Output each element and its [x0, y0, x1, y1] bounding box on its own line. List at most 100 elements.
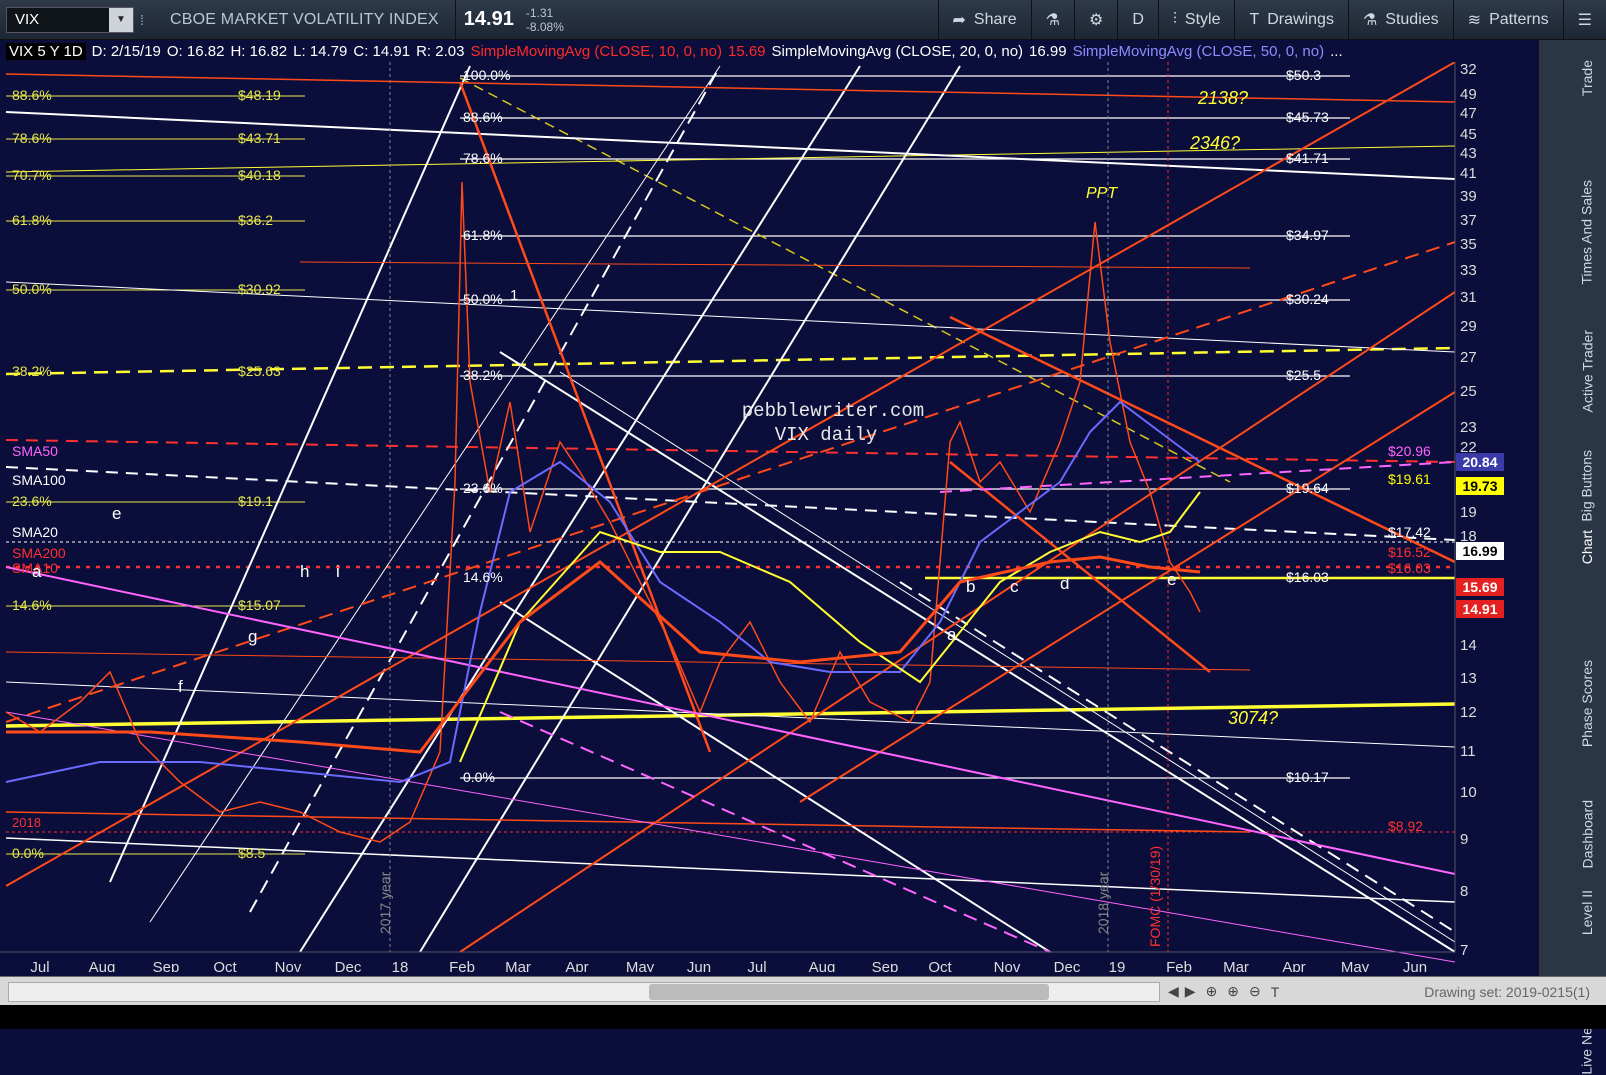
chart-note: c: [1010, 577, 1019, 596]
zoom-in-icon[interactable]: ⊕: [1227, 983, 1239, 1000]
fib-right-value: $19.64: [1286, 480, 1329, 496]
y-tick-label: 35: [1460, 236, 1477, 253]
window-bottom-edge: [0, 1005, 1606, 1029]
style-button[interactable]: ⫶ Style: [1157, 0, 1235, 40]
right-value-label: $17.42: [1388, 524, 1431, 540]
scroll-right-icon[interactable]: ▶: [1185, 983, 1196, 1000]
menu-icon: ☰: [1577, 11, 1592, 29]
style-label: Style: [1184, 10, 1221, 28]
fib-mid-percent: 0.0%: [463, 769, 495, 785]
chart-note: h: [300, 562, 309, 581]
y-tick-label: 9: [1460, 831, 1468, 848]
x-tick-label: 19: [1109, 959, 1126, 972]
text-tool-icon: T: [1249, 10, 1260, 28]
sma10-study[interactable]: SimpleMovingAvg (CLOSE, 10, 0, no): [470, 43, 722, 60]
studies-button[interactable]: ⚗ Studies: [1347, 0, 1453, 40]
right-value-label: $19.61: [1388, 471, 1431, 487]
x-tick-label: Feb: [1166, 959, 1192, 972]
bottom-bar: ◀ ▶ ⊕ ⊕ ⊖ T Drawing set: 2019-0215(1): [0, 976, 1606, 1006]
x-tick-label: Feb: [449, 959, 475, 972]
fib-left-percent: 78.6%: [12, 130, 52, 146]
symbol-input[interactable]: VIX ▼: [6, 6, 134, 33]
x-tick-label: Jul: [30, 959, 49, 972]
sma-label: SMA50: [12, 443, 58, 459]
panel-tab-active-trader[interactable]: Active Trader: [1579, 330, 1595, 412]
panel-tab-phase-scores[interactable]: Phase Scores: [1579, 660, 1595, 747]
fib-right-value: $41.71: [1286, 150, 1329, 166]
fib-mid-percent: 61.8%: [463, 227, 503, 243]
price-tag-text: 15.69: [1462, 579, 1497, 595]
x-tick-label: May: [1341, 959, 1370, 972]
more-indicator: ...: [1330, 42, 1343, 60]
share-label: Share: [973, 10, 1017, 28]
flask-button[interactable]: ⚗: [1030, 0, 1074, 40]
top-toolbar: VIX ▼ ⁞ CBOE MARKET VOLATILITY INDEX 14.…: [0, 0, 1606, 40]
chart-canvas[interactable]: Jul Aug Sep Oct Nov Dec 18 Feb Mar Apr May Jun Jul Au…: [0, 61, 1538, 976]
price-tag: 14.91: [1456, 600, 1504, 618]
watermark-site: pebblewriter.com: [742, 400, 924, 422]
flask-icon: ⚗: [1045, 11, 1060, 29]
flask-icon: ⚗: [1362, 11, 1378, 29]
x-tick-label: Sep: [872, 959, 899, 972]
x-tick-label: Oct: [928, 959, 952, 972]
fib-right-value: $50.3: [1286, 67, 1321, 83]
fib-right-value: $16.03: [1286, 569, 1329, 585]
y-tick-label: 33: [1460, 262, 1477, 279]
chart-note: 2018: [12, 815, 41, 830]
fib-left-value: $8.5: [238, 845, 265, 861]
y-tick-label: 25: [1460, 383, 1477, 400]
fib-mid-percent: 14.6%: [463, 569, 503, 585]
y-tick-label: 39: [1460, 188, 1477, 205]
timeframe-label[interactable]: VIX 5 Y 1D: [6, 42, 86, 60]
x-tick-label: Apr: [565, 959, 588, 972]
drawing-set-label[interactable]: Drawing set: 2019-0215(1): [1424, 984, 1590, 1000]
price-tag-text: 20.84: [1462, 454, 1497, 470]
pattern-icon: ≋: [1467, 11, 1482, 29]
sma20-study[interactable]: SimpleMovingAvg (CLOSE, 20, 0, no): [772, 43, 1024, 60]
chevron-down-icon[interactable]: ▼: [109, 7, 133, 32]
scrollbar-thumb[interactable]: [649, 983, 1049, 1000]
symbol-text: VIX: [15, 11, 40, 28]
x-tick-label: Apr: [1282, 959, 1305, 972]
y-tick-label: 19: [1460, 504, 1477, 521]
change-percent: -8.08%: [525, 19, 564, 34]
right-value-label: $16.52: [1388, 544, 1431, 560]
fib-right-value: $30.24: [1286, 291, 1329, 307]
divider: [454, 0, 456, 40]
chart-note: e: [112, 504, 121, 523]
price-tag-text: 16.99: [1462, 543, 1497, 559]
right-value-label: $16.03: [1388, 560, 1431, 576]
right-value-label: $20.96: [1388, 443, 1431, 459]
panel-tab-times-and-sales[interactable]: Times And Sales: [1579, 180, 1595, 285]
y-tick-label: 31: [1460, 289, 1477, 306]
panel-tab-level-ii[interactable]: Level II: [1579, 890, 1595, 935]
fib-left-value: $15.07: [238, 597, 281, 613]
menu-button[interactable]: ☰: [1562, 0, 1606, 40]
panel-tab-big-buttons[interactable]: Big Buttons: [1579, 450, 1595, 522]
fib-left-percent: 50.0%: [12, 281, 52, 297]
patterns-button[interactable]: ≋ Patterns: [1452, 0, 1563, 40]
text-tool-icon[interactable]: T: [1271, 984, 1280, 1000]
panel-tab-chart[interactable]: Chart: [1579, 530, 1595, 564]
scroll-left-icon[interactable]: ◀: [1168, 983, 1179, 1000]
x-tick-label: Mar: [1223, 959, 1249, 972]
sma50-study[interactable]: SimpleMovingAvg (CLOSE, 50, 0, no): [1073, 43, 1325, 60]
chart-note: 1: [510, 287, 518, 304]
settings-button[interactable]: ⚙: [1073, 0, 1117, 40]
sma20-value: 16.99: [1029, 42, 1067, 60]
panel-tab-trade[interactable]: Trade: [1579, 60, 1595, 96]
panel-tab-dashboard[interactable]: Dashboard: [1579, 800, 1595, 869]
chart-scrollbar[interactable]: [8, 981, 1160, 1002]
vertical-annotation: 2018 year: [1095, 871, 1111, 934]
link-icon[interactable]: ⁞: [140, 12, 154, 28]
drawings-button[interactable]: T Drawings: [1234, 0, 1347, 40]
price-chart[interactable]: Jul Aug Sep Oct Nov Dec 18 Feb Mar Apr May Jun Jul Au…: [0, 61, 1538, 976]
x-tick-label: May: [626, 959, 655, 972]
price-change: -1.31 -8.08%: [526, 6, 564, 34]
zoom-out-icon[interactable]: ⊖: [1249, 983, 1261, 1000]
y-tick-label: 10: [1460, 784, 1477, 801]
share-button[interactable]: ➦ Share: [937, 0, 1031, 40]
crosshair-icon[interactable]: ⊕: [1206, 983, 1218, 1000]
toolbar-actions: ➦ Share ⚗ ⚙ D ⫶ Style T Drawings ⚗ Studies ≋…: [937, 0, 1606, 40]
period-button[interactable]: D: [1117, 0, 1158, 40]
